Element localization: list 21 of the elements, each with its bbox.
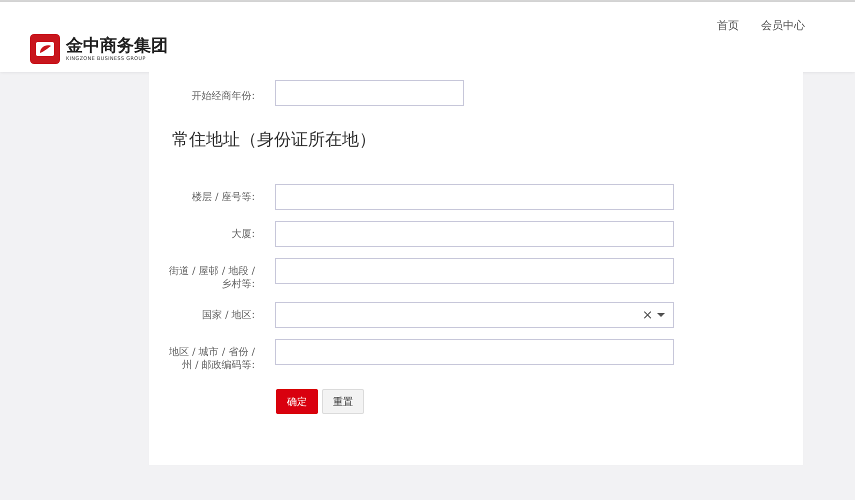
logo-text: 金中商务集团 [66,36,168,56]
field-label: 地区 / 城市 / 省份 / 州 / 邮政编码等: [168,346,255,372]
nav-link[interactable]: 首页 [717,18,739,33]
field-label: 国家 / 地区: [200,308,255,322]
input-field[interactable] [275,221,674,247]
logo-icon [30,34,60,64]
select-field[interactable]: × [275,302,674,328]
input-field[interactable] [275,258,674,284]
input-field[interactable] [275,80,464,106]
field-label: 楼层 / 座号等: [190,190,255,204]
confirm-button[interactable]: 确定 [276,389,318,414]
caret-icon [657,313,665,317]
field-label: 开始经商年份: [190,90,255,103]
nav-link[interactable]: 会员中心 [761,18,805,33]
section-title: 常住地址（身份证所在地） [172,129,377,151]
field-label: 街道 / 屋邨 / 地段 / 乡村等: [168,264,255,291]
input-field[interactable] [275,184,674,210]
field-label: 大厦: [230,228,255,241]
clear-icon[interactable]: × [642,308,653,322]
input-field[interactable] [275,339,674,365]
reset-button[interactable]: 重置 [322,389,364,414]
